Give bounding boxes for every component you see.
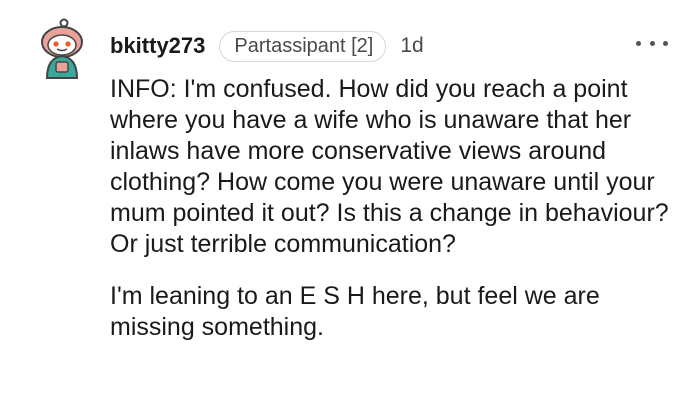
comment-header: bkitty273 Partassipant [2] 1d <box>110 30 424 62</box>
username-link[interactable]: bkitty273 <box>110 33 205 59</box>
comment: bkitty273 Partassipant [2] 1d INFO: I'm … <box>0 0 700 403</box>
more-dot <box>649 40 655 46</box>
comment-age: 1d <box>400 34 424 57</box>
comment-paragraph: INFO: I'm confused. How did you reach a … <box>110 75 669 258</box>
comment-paragraph: I'm leaning to an E S H here, but feel w… <box>110 282 600 341</box>
more-dot <box>663 40 668 46</box>
user-flair-badge: Partassipant [2] <box>219 30 387 62</box>
comment-body: INFO: I'm confused. How did you reach a … <box>110 74 680 343</box>
more-options-icon[interactable] <box>636 33 668 53</box>
more-dot <box>636 40 641 46</box>
snoo-avatar-icon[interactable] <box>35 18 89 80</box>
